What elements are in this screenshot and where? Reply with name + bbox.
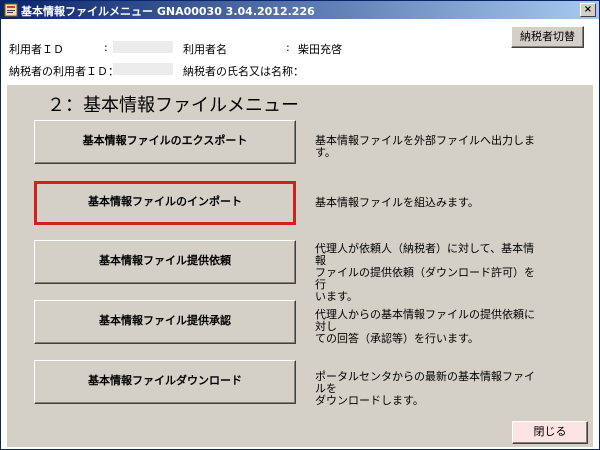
download-description: ポータルセンタからの最新の基本情報ファイルを ダウンロードします。 <box>315 370 535 407</box>
app-icon <box>4 3 18 17</box>
taxpayer-name-label: 納税者の氏名又は名称： <box>183 65 304 78</box>
taxpayer-user-id-label: 納税者の利用者ＩＤ： <box>9 65 119 78</box>
export-description: 基本情報ファイルを外部ファイルへ出力します。 <box>315 134 535 159</box>
window-title: 基本情報ファイルメニュー GNA00030 3.04.2012.226 <box>21 5 315 18</box>
menu-panel: ２：基本情報ファイルメニュー 基本情報ファイルのエクスポート 基本情報ファイルを… <box>7 85 593 447</box>
import-button[interactable]: 基本情報ファイルのインポート <box>34 181 296 225</box>
provision-approval-description: 代理人からの基本情報ファイルの提供依頼に対し ての回答（承認等）を行います。 <box>315 308 535 345</box>
taxpayer-user-id-value-masked <box>113 63 173 75</box>
user-name-separator: : <box>286 41 290 54</box>
user-name-value: 柴田充啓 <box>298 43 342 56</box>
user-name-label: 利用者名 <box>183 43 227 56</box>
app-window: 基本情報ファイルメニュー GNA00030 3.04.2012.226 × 利用… <box>0 0 600 450</box>
provision-approval-button[interactable]: 基本情報ファイル提供承認 <box>34 300 296 344</box>
close-button[interactable]: 閉じる <box>512 421 588 444</box>
page-title: ２：基本情報ファイルメニュー <box>47 95 299 116</box>
import-description: 基本情報ファイルを組込みます。 <box>315 196 479 209</box>
download-button[interactable]: 基本情報ファイルダウンロード <box>34 360 296 404</box>
user-id-value-masked <box>113 41 173 53</box>
window-close-icon[interactable]: × <box>580 3 596 17</box>
user-id-label: 利用者ＩＤ <box>9 43 64 56</box>
title-bar: 基本情報ファイルメニュー GNA00030 3.04.2012.226 × <box>1 1 599 19</box>
provision-request-description: 代理人が依頼人（納税者）に対して、基本情報 ファイルの提供依頼（ダウンロード許可… <box>315 242 535 303</box>
client-area: 利用者ＩＤ : 利用者名 : 柴田充啓 納税者の利用者ＩＤ： 納税者の氏名又は名… <box>1 19 599 449</box>
provision-request-button[interactable]: 基本情報ファイル提供依頼 <box>34 240 296 284</box>
export-button[interactable]: 基本情報ファイルのエクスポート <box>34 120 296 164</box>
switch-taxpayer-button[interactable]: 納税者切替 <box>511 26 584 48</box>
user-id-separator: : <box>104 41 108 54</box>
